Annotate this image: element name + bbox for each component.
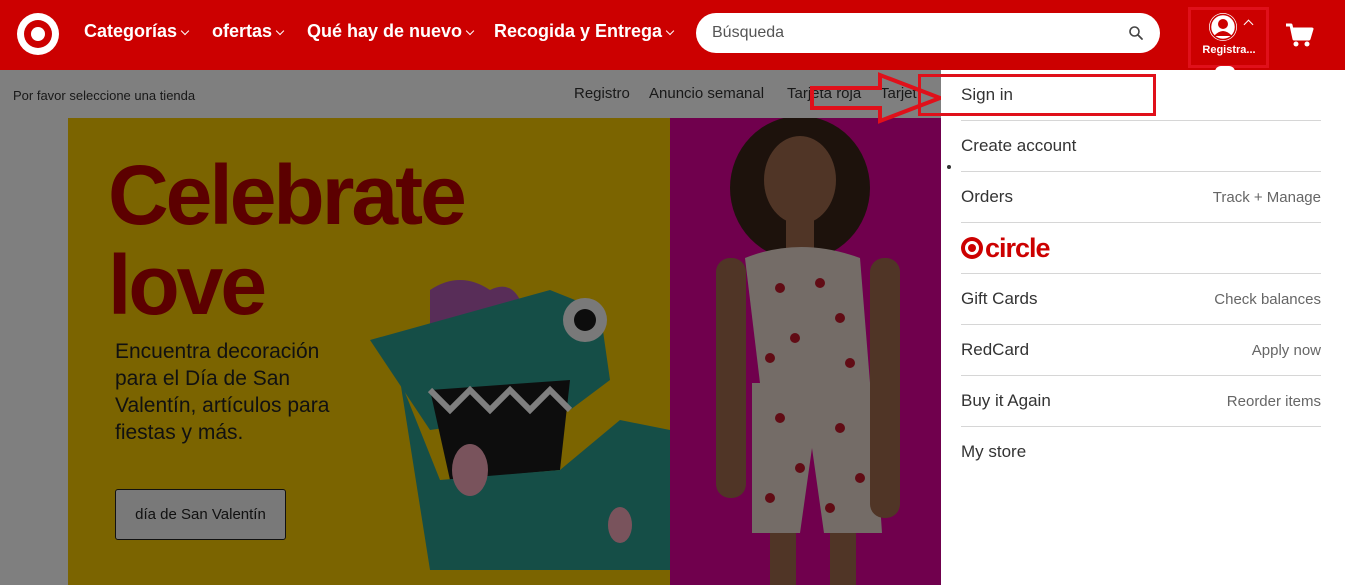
account-label: Registra...	[1202, 44, 1256, 56]
top-header: Categorías ofertas Qué hay de nuevo Reco…	[0, 0, 1345, 72]
nav-label: ofertas	[212, 21, 273, 41]
menu-item-create-account[interactable]: Create account	[961, 121, 1321, 172]
chevron-down-icon	[180, 26, 190, 35]
nav-label: Categorías	[84, 21, 178, 41]
menu-item-gift-cards[interactable]: Gift Cards Check balances	[961, 274, 1321, 325]
search-bar	[696, 13, 1160, 53]
menu-item-sub: Reorder items	[1226, 392, 1321, 410]
menu-item-orders[interactable]: Orders Track + Manage	[961, 172, 1321, 223]
target-bullseye-icon	[961, 237, 983, 259]
circle-logo-text: circle	[985, 232, 1051, 263]
page-overlay[interactable]	[0, 70, 941, 585]
user-avatar-icon	[1209, 13, 1237, 41]
menu-item-sub: Track + Manage	[1212, 188, 1321, 206]
nav-label: Qué hay de nuevo	[307, 21, 463, 41]
menu-item-redcard[interactable]: RedCard Apply now	[961, 325, 1321, 376]
nav-ofertas[interactable]: ofertas	[212, 21, 285, 42]
nav-label: Recogida y Entrega	[494, 21, 663, 41]
nav-categorias[interactable]: Categorías	[84, 21, 190, 42]
menu-item-my-store[interactable]: My store	[961, 426, 1321, 477]
circle-logo: circle	[961, 232, 1051, 264]
account-dropdown-menu: Sign in Create account Orders Track + Ma…	[941, 70, 1345, 585]
menu-item-label: Orders	[961, 187, 1013, 206]
menu-item-sub: Apply now	[1251, 341, 1321, 359]
menu-item-buy-it-again[interactable]: Buy it Again Reorder items	[961, 376, 1321, 427]
menu-item-label: Buy it Again	[961, 391, 1051, 410]
menu-item-sub: Check balances	[1214, 290, 1321, 308]
chevron-down-icon	[665, 26, 675, 35]
account-button[interactable]: Registra...	[1188, 7, 1269, 72]
chevron-down-icon	[465, 26, 475, 35]
menu-item-label: RedCard	[961, 340, 1030, 359]
cart-icon[interactable]	[1284, 21, 1314, 49]
nav-recogida-entrega[interactable]: Recogida y Entrega	[494, 21, 675, 42]
search-icon[interactable]	[1128, 25, 1144, 41]
search-input[interactable]	[712, 13, 1112, 53]
chevron-up-icon	[1243, 19, 1254, 30]
chevron-down-icon	[275, 26, 285, 35]
menu-item-label: Gift Cards	[961, 289, 1038, 308]
sign-in-highlight-box	[918, 74, 1156, 116]
target-logo-icon[interactable]	[17, 13, 59, 55]
bullet-icon	[947, 165, 951, 169]
menu-item-label: My store	[961, 441, 1027, 461]
menu-item-circle[interactable]: circle	[961, 223, 1321, 274]
menu-item-label: Create account	[961, 136, 1077, 155]
nav-que-hay-de-nuevo[interactable]: Qué hay de nuevo	[307, 21, 475, 42]
